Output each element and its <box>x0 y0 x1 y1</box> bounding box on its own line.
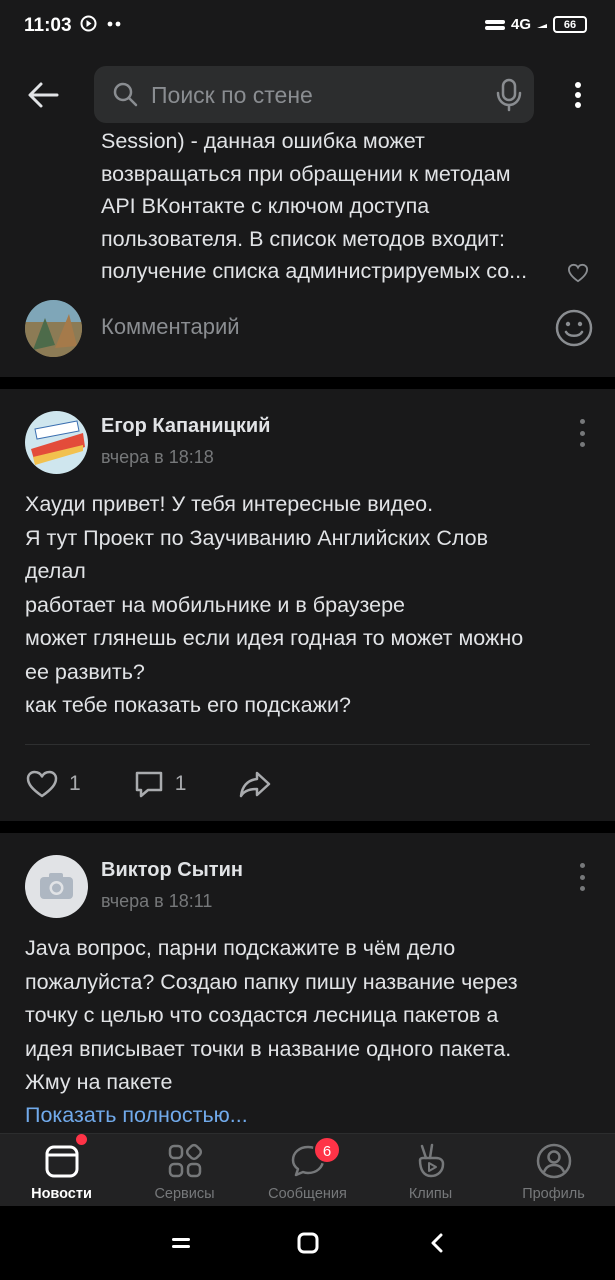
comment-text[interactable]: Session) - данная ошибка может возвращат… <box>101 132 556 288</box>
post-menu-icon[interactable] <box>577 863 587 891</box>
avatar-photo <box>25 300 82 357</box>
post: Виктор Сытин вчера в 18:11 Java вопрос, … <box>0 833 615 1133</box>
divider <box>0 821 615 833</box>
post-text-line: Хауди привет! У тебя интересные видео. <box>25 492 434 516</box>
arrow-left-icon <box>28 82 59 108</box>
comment-preview: Session) - данная ошибка может возвращат… <box>0 132 615 377</box>
home-icon[interactable] <box>297 1232 319 1254</box>
search-icon <box>113 82 138 107</box>
bottom-nav: Новости Сервисы 6 Сообщения Клипы Профил… <box>0 1133 615 1206</box>
share-button[interactable] <box>238 769 272 799</box>
system-nav-bar <box>0 1206 615 1280</box>
post-text-line: Я тут Проект по Заучиванию Английских Сл… <box>25 525 489 550</box>
more-notifications-icon <box>107 21 121 26</box>
post-time: вчера в 18:18 <box>101 447 214 467</box>
my-avatar <box>25 300 82 357</box>
messages-badge: 6 <box>313 1136 341 1164</box>
post-text-line: точку с целью что создастся лесница паке… <box>25 1003 499 1027</box>
nav-messages[interactable]: 6 Сообщения <box>246 1134 369 1207</box>
nav-news[interactable]: Новости <box>0 1134 123 1207</box>
comment-input[interactable]: Комментарий <box>101 314 240 340</box>
post-text: Java вопрос, парни подскажите в чём дело… <box>25 932 595 1100</box>
profile-icon <box>536 1143 572 1179</box>
comment-icon <box>135 771 162 798</box>
status-right: 4G 66 <box>484 16 587 33</box>
post-text-line: Жму на пакете <box>25 1070 173 1094</box>
avatar-image <box>25 411 88 474</box>
comment-line: API ВКонтакте с ключом доступа <box>101 194 430 218</box>
emoji-icon[interactable] <box>554 308 594 348</box>
status-time: 11:03 <box>24 15 72 36</box>
post-text-line: Java вопрос, парни подскажите в чём дело <box>25 936 456 960</box>
battery-level: 66 <box>563 18 577 31</box>
nav-label: Сообщения <box>268 1186 347 1202</box>
comment-button[interactable]: 1 <box>133 769 187 799</box>
like-count: 1 <box>69 772 81 795</box>
news-icon <box>45 1145 79 1178</box>
author-name[interactable]: Виктор Сытин <box>101 859 243 882</box>
post-text-line: идея вписывает точки в название одного п… <box>25 1036 512 1061</box>
system-back-icon[interactable] <box>430 1233 444 1253</box>
nav-profile[interactable]: Профиль <box>492 1134 615 1207</box>
camera-icon <box>40 873 73 899</box>
comment-line: Session) - данная ошибка может <box>101 132 425 153</box>
author-avatar[interactable] <box>25 411 88 474</box>
status-bar: 11:03 4G 66 <box>0 0 615 56</box>
post-actions: 1 1 <box>25 767 324 801</box>
battery-icon: 66 <box>553 16 587 33</box>
back-button[interactable] <box>24 76 62 114</box>
like-button[interactable]: 1 <box>25 769 81 799</box>
notification-app-icon <box>80 15 97 32</box>
post-text: Хауди привет! У тебя интересные видео. Я… <box>25 488 595 723</box>
status-notification-icons <box>80 15 121 32</box>
vibrate-icon <box>484 19 505 30</box>
post-text-line: как тебе показать его подскажи? <box>25 693 351 717</box>
nav-clips[interactable]: Клипы <box>369 1134 492 1207</box>
search-placeholder: Поиск по стене <box>151 82 313 108</box>
clips-icon <box>418 1143 445 1178</box>
post-text-line: ее развить? <box>25 659 145 684</box>
post-menu-icon[interactable] <box>577 419 587 447</box>
post: Егор Капаницкий вчера в 18:18 Хауди прив… <box>0 389 615 821</box>
nav-label: Профиль <box>522 1186 585 1202</box>
more-options-icon[interactable] <box>563 78 593 112</box>
post-separator <box>25 744 590 745</box>
comment-line: пользователя. В список методов входит: <box>101 226 505 251</box>
nav-label: Новости <box>31 1186 92 1202</box>
share-icon <box>240 771 271 798</box>
post-text-line: работает на мобильнике и в браузере <box>25 592 406 617</box>
nav-label: Сервисы <box>154 1186 215 1202</box>
author-name[interactable]: Егор Капаницкий <box>101 415 270 438</box>
comment-like-icon[interactable] <box>567 263 589 283</box>
microphone-icon[interactable] <box>496 78 522 112</box>
top-bar: Поиск по стене <box>0 56 615 132</box>
network-type: 4G <box>510 16 531 33</box>
nav-services[interactable]: Сервисы <box>123 1134 246 1207</box>
post-text-line: пожалуйста? Создаю папку пишу название ч… <box>25 969 518 994</box>
post-time: вчера в 18:11 <box>101 891 213 911</box>
comment-line: возвращаться при обращении к методам <box>101 161 511 186</box>
comment-line: получение списка администрируемых со... <box>101 259 528 283</box>
author-avatar[interactable] <box>25 855 88 918</box>
recents-icon[interactable] <box>172 1235 190 1251</box>
comment-count: 1 <box>174 772 187 795</box>
nav-label: Клипы <box>408 1186 453 1202</box>
services-icon <box>168 1143 203 1178</box>
news-unread-dot <box>76 1134 87 1145</box>
heart-icon <box>26 770 58 798</box>
signal-icon <box>537 23 547 28</box>
show-more-link[interactable]: Показать полностью... <box>25 1103 248 1128</box>
search-input[interactable]: Поиск по стене <box>94 66 534 123</box>
post-text-line: делал <box>25 559 86 583</box>
post-text-line: может глянешь если идея годная то может … <box>25 626 524 650</box>
divider <box>0 377 615 389</box>
